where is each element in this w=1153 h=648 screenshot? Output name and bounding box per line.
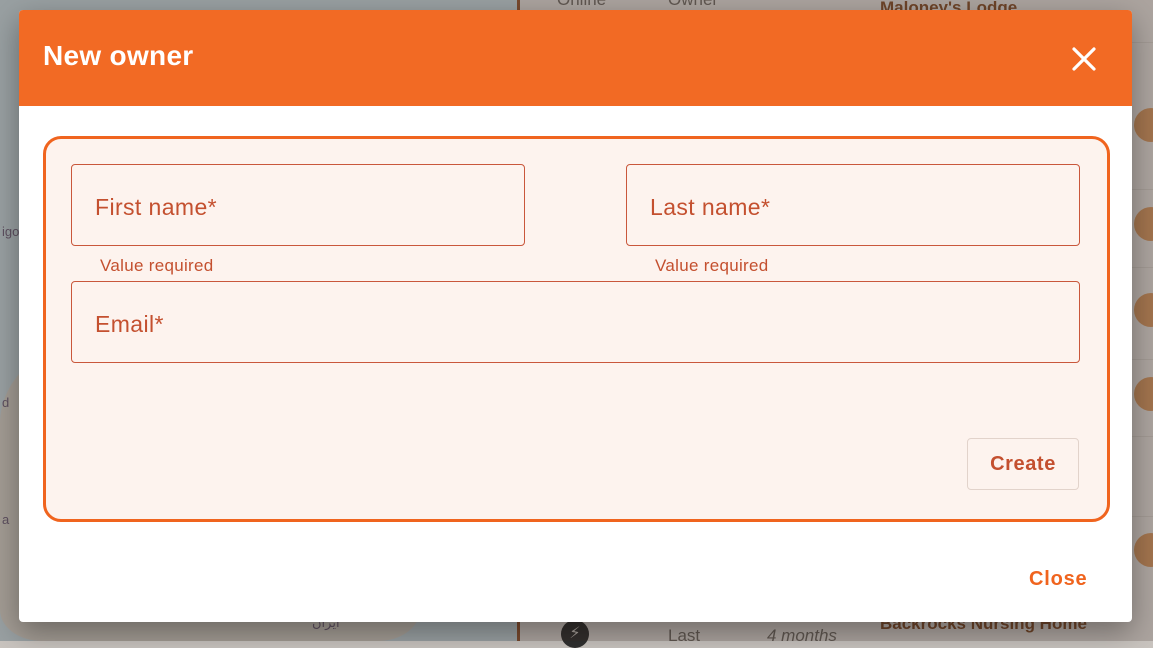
last-name-field[interactable]: Last name* <box>626 164 1080 246</box>
create-button[interactable]: Create <box>967 438 1079 490</box>
first-name-error: Value required <box>100 256 214 275</box>
close-icon[interactable] <box>1067 42 1101 76</box>
last-name-label: Last name* <box>650 194 771 220</box>
new-owner-dialog: New owner First name* Value required Las… <box>19 10 1132 622</box>
new-owner-form: First name* Value required Last name* Va… <box>43 136 1110 522</box>
close-button[interactable]: Close <box>1029 568 1087 598</box>
last-name-error: Value required <box>655 256 769 275</box>
first-name-field[interactable]: First name* <box>71 164 525 246</box>
dialog-header: New owner <box>19 10 1132 106</box>
email-field[interactable]: Email* <box>71 281 1080 363</box>
email-label: Email* <box>95 311 164 337</box>
first-name-label: First name* <box>95 194 217 220</box>
dialog-title: New owner <box>43 40 194 71</box>
